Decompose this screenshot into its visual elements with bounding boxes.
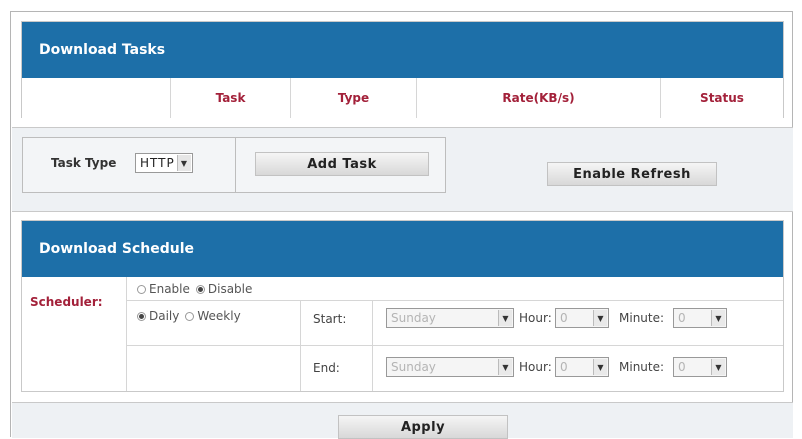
start-day-value: Sunday — [391, 311, 436, 325]
add-task-group: Task Type HTTP ▼ Add Task — [22, 137, 446, 193]
task-type-label: Task Type — [51, 156, 117, 170]
column-status: Status — [660, 78, 783, 118]
start-hour-label: Hour: — [519, 311, 552, 325]
start-minute-value: 0 — [678, 311, 686, 325]
scheduler-enable-radio[interactable]: Enable — [137, 282, 190, 296]
page-frame: Download Tasks Task Type Rate(KB/s) Stat… — [10, 11, 793, 439]
chevron-down-icon[interactable]: ▼ — [593, 310, 607, 326]
chevron-down-icon[interactable]: ▼ — [593, 359, 607, 375]
radio-on-icon — [137, 311, 146, 321]
column-type: Type — [290, 78, 416, 118]
disable-label: Disable — [207, 282, 253, 296]
end-hour-label: Hour: — [519, 360, 552, 374]
end-minute-value: 0 — [678, 360, 686, 374]
end-hour-select[interactable]: 0 ▼ — [555, 357, 609, 377]
download-tasks-title: Download Tasks — [39, 42, 166, 58]
enable-label: Enable — [149, 282, 190, 296]
end-minute-select[interactable]: 0 ▼ — [673, 357, 727, 377]
start-day-select[interactable]: Sunday ▼ — [386, 308, 514, 328]
apply-button[interactable]: Apply — [338, 415, 508, 439]
download-tasks-panel: Download Tasks Task Type Rate(KB/s) Stat… — [21, 21, 784, 118]
radio-off-icon — [185, 311, 195, 321]
download-schedule-title: Download Schedule — [39, 241, 195, 257]
start-minute-select[interactable]: 0 ▼ — [673, 308, 727, 328]
task-controls: Task Type HTTP ▼ Add Task Enable Refresh — [12, 127, 793, 212]
chevron-down-icon[interactable]: ▼ — [498, 310, 512, 326]
enable-refresh-button[interactable]: Enable Refresh — [547, 162, 717, 186]
task-type-value: HTTP — [140, 156, 175, 170]
end-hour-value: 0 — [560, 360, 568, 374]
weekly-radio[interactable]: Weekly — [185, 309, 241, 323]
task-table-header: Task Type Rate(KB/s) Status — [22, 78, 783, 118]
daily-radio[interactable]: Daily — [137, 309, 179, 323]
weekly-label: Weekly — [197, 309, 241, 323]
end-day-select[interactable]: Sunday ▼ — [386, 357, 514, 377]
chevron-down-icon[interactable]: ▼ — [177, 155, 191, 171]
apply-area: Apply — [12, 402, 793, 439]
column-task: Task — [170, 78, 290, 118]
scheduler-radio-group: Enable Disable — [137, 282, 252, 296]
daily-label: Daily — [149, 309, 180, 323]
start-hour-value: 0 — [560, 311, 568, 325]
download-schedule-panel: Download Schedule Scheduler: Enable Disa… — [21, 220, 784, 392]
start-hour-select[interactable]: 0 ▼ — [555, 308, 609, 328]
schedule-body: Scheduler: Enable Disable Daily Weekly S… — [22, 277, 783, 391]
frequency-radio-group: Daily Weekly — [137, 309, 241, 323]
add-task-button[interactable]: Add Task — [255, 152, 429, 176]
end-day-value: Sunday — [391, 360, 436, 374]
column-rate: Rate(KB/s) — [416, 78, 660, 118]
start-minute-label: Minute: — [619, 311, 665, 325]
column-blank — [22, 78, 170, 118]
download-schedule-header: Download Schedule — [22, 221, 783, 277]
chevron-down-icon[interactable]: ▼ — [711, 310, 725, 326]
divider — [235, 138, 236, 192]
radio-off-icon — [137, 284, 146, 294]
chevron-down-icon[interactable]: ▼ — [711, 359, 725, 375]
end-label: End: — [313, 361, 340, 375]
end-minute-label: Minute: — [619, 360, 665, 374]
radio-on-icon — [195, 284, 205, 294]
scheduler-disable-radio[interactable]: Disable — [195, 282, 253, 296]
start-label: Start: — [313, 312, 347, 326]
chevron-down-icon[interactable]: ▼ — [498, 359, 512, 375]
download-tasks-header: Download Tasks — [22, 22, 783, 78]
task-type-select[interactable]: HTTP ▼ — [135, 153, 193, 173]
